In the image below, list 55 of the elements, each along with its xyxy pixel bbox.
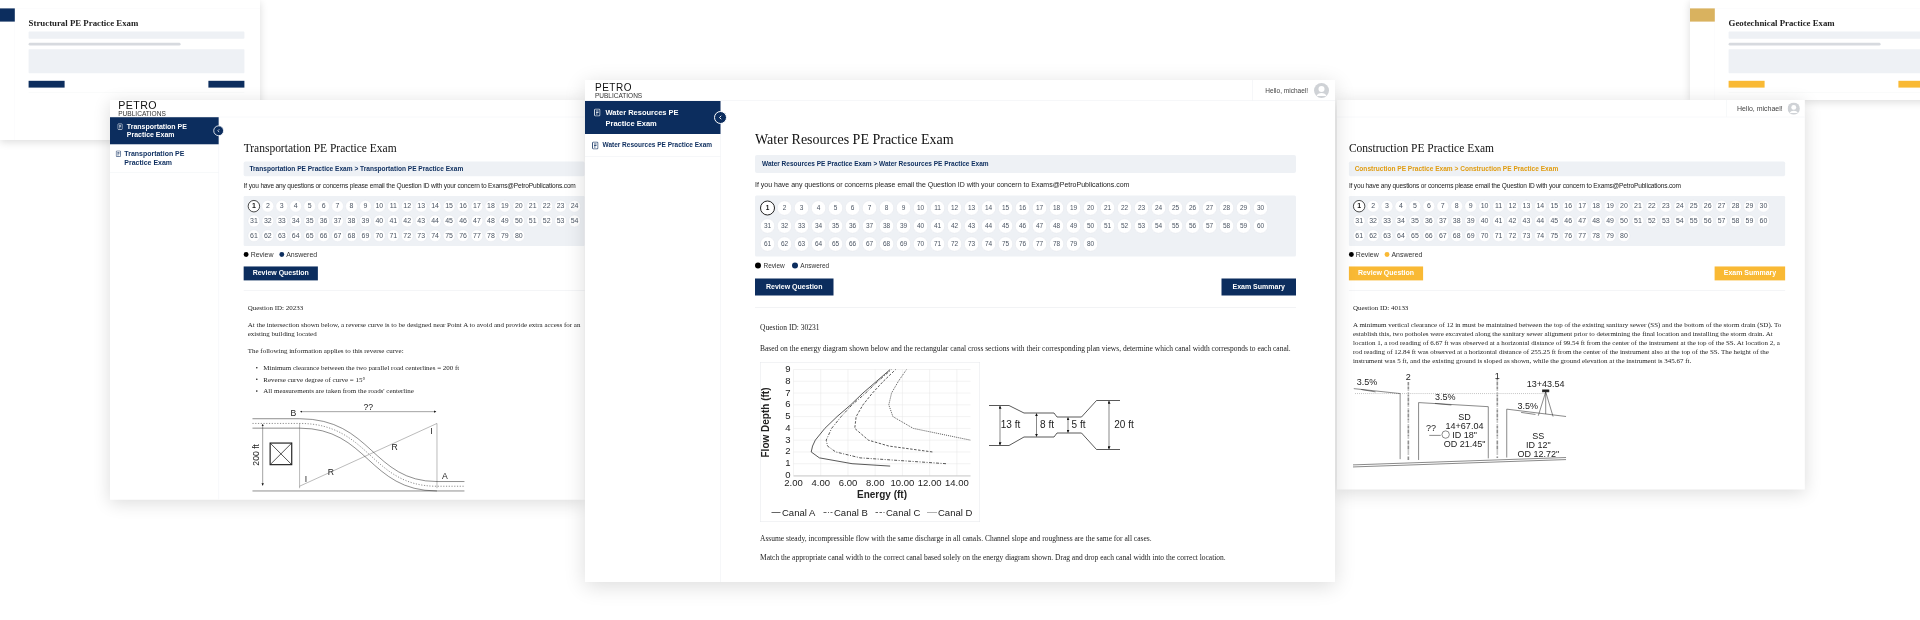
- logo-wordmark: PETRO: [595, 82, 633, 92]
- axis-tick-label: 6.00: [838, 476, 858, 488]
- axis-tick-label: 8: [785, 374, 791, 386]
- dimension-label: 5 ft: [1071, 418, 1086, 430]
- diagram-label: A: [441, 471, 448, 481]
- diagram-label: 2: [1405, 373, 1411, 383]
- axis-tick-label: 3: [785, 433, 791, 445]
- dimension-label: 20 ft: [1114, 418, 1134, 430]
- diagram-label: 13+43.54: [1526, 379, 1565, 389]
- diagram-label: 200 ft: [250, 443, 261, 466]
- axis-title: Flow Depth (ft): [760, 387, 771, 458]
- axis-title: Energy (ft): [857, 488, 907, 500]
- axis-tick-label: 14.00: [945, 476, 969, 488]
- diagram-label: ID 18": [1452, 429, 1477, 440]
- axis-tick-label: 0: [785, 469, 791, 480]
- page-title: Geotechnical Practice Exam: [1728, 18, 1836, 29]
- diagram-label: ID 12": [1525, 439, 1551, 450]
- legend-label: Canal D: [938, 506, 973, 518]
- axis-tick-label: 7: [785, 386, 791, 398]
- diagram-label: 3.5%: [1435, 392, 1456, 403]
- diagram-label: OD 12.72": [1517, 448, 1560, 459]
- axis-tick-label: 2: [785, 445, 791, 457]
- axis-tick-label: 5: [785, 410, 791, 422]
- diagram-label: R: [327, 467, 335, 478]
- diagram-label: I: [430, 425, 433, 436]
- diagram-label: ??: [1425, 423, 1436, 434]
- page-title: Construction PE Practice Exam: [1348, 141, 1495, 156]
- diagram-label: B: [290, 407, 297, 418]
- diagram-label: ??: [363, 403, 374, 412]
- diagram-label: 14+67.04: [1445, 420, 1484, 431]
- legend-label: Canal A: [782, 506, 816, 518]
- page-title: Transportation PE Practice Exam: [243, 141, 398, 156]
- diagram-label: OD 21.45": [1443, 438, 1486, 449]
- axis-tick-label: 12.00: [917, 476, 942, 488]
- axis-tick-label: 10.00: [890, 476, 915, 488]
- axis-tick-label: 1: [785, 457, 791, 469]
- diagram-label: SD: [1458, 411, 1471, 422]
- dimension-label: 13 ft: [1000, 419, 1021, 430]
- axis-tick-label: 4: [785, 421, 791, 433]
- diagram-label: 3.5%: [1517, 401, 1538, 412]
- diagram-label: 3.5%: [1356, 377, 1378, 388]
- page-title: Structural PE Practice Exam: [28, 18, 140, 29]
- axis-tick-label: 8.00: [865, 476, 885, 488]
- legend-label: Canal C: [886, 506, 921, 518]
- axis-tick-label: 6: [785, 398, 791, 410]
- page-title: Water Resources PE Practice Exam: [755, 130, 955, 148]
- axis-tick-label: 4.00: [811, 476, 830, 488]
- logo-wordmark: PETRO: [118, 100, 157, 111]
- diagram-label: SS: [1532, 430, 1545, 441]
- dimension-label: 8 ft: [1040, 418, 1054, 430]
- diagram-label: 1: [1494, 373, 1500, 382]
- axis-tick-label: 9: [785, 363, 791, 374]
- legend-label: Canal B: [834, 506, 868, 518]
- diagram-label: I: [304, 474, 308, 485]
- diagram-label: R: [391, 441, 398, 452]
